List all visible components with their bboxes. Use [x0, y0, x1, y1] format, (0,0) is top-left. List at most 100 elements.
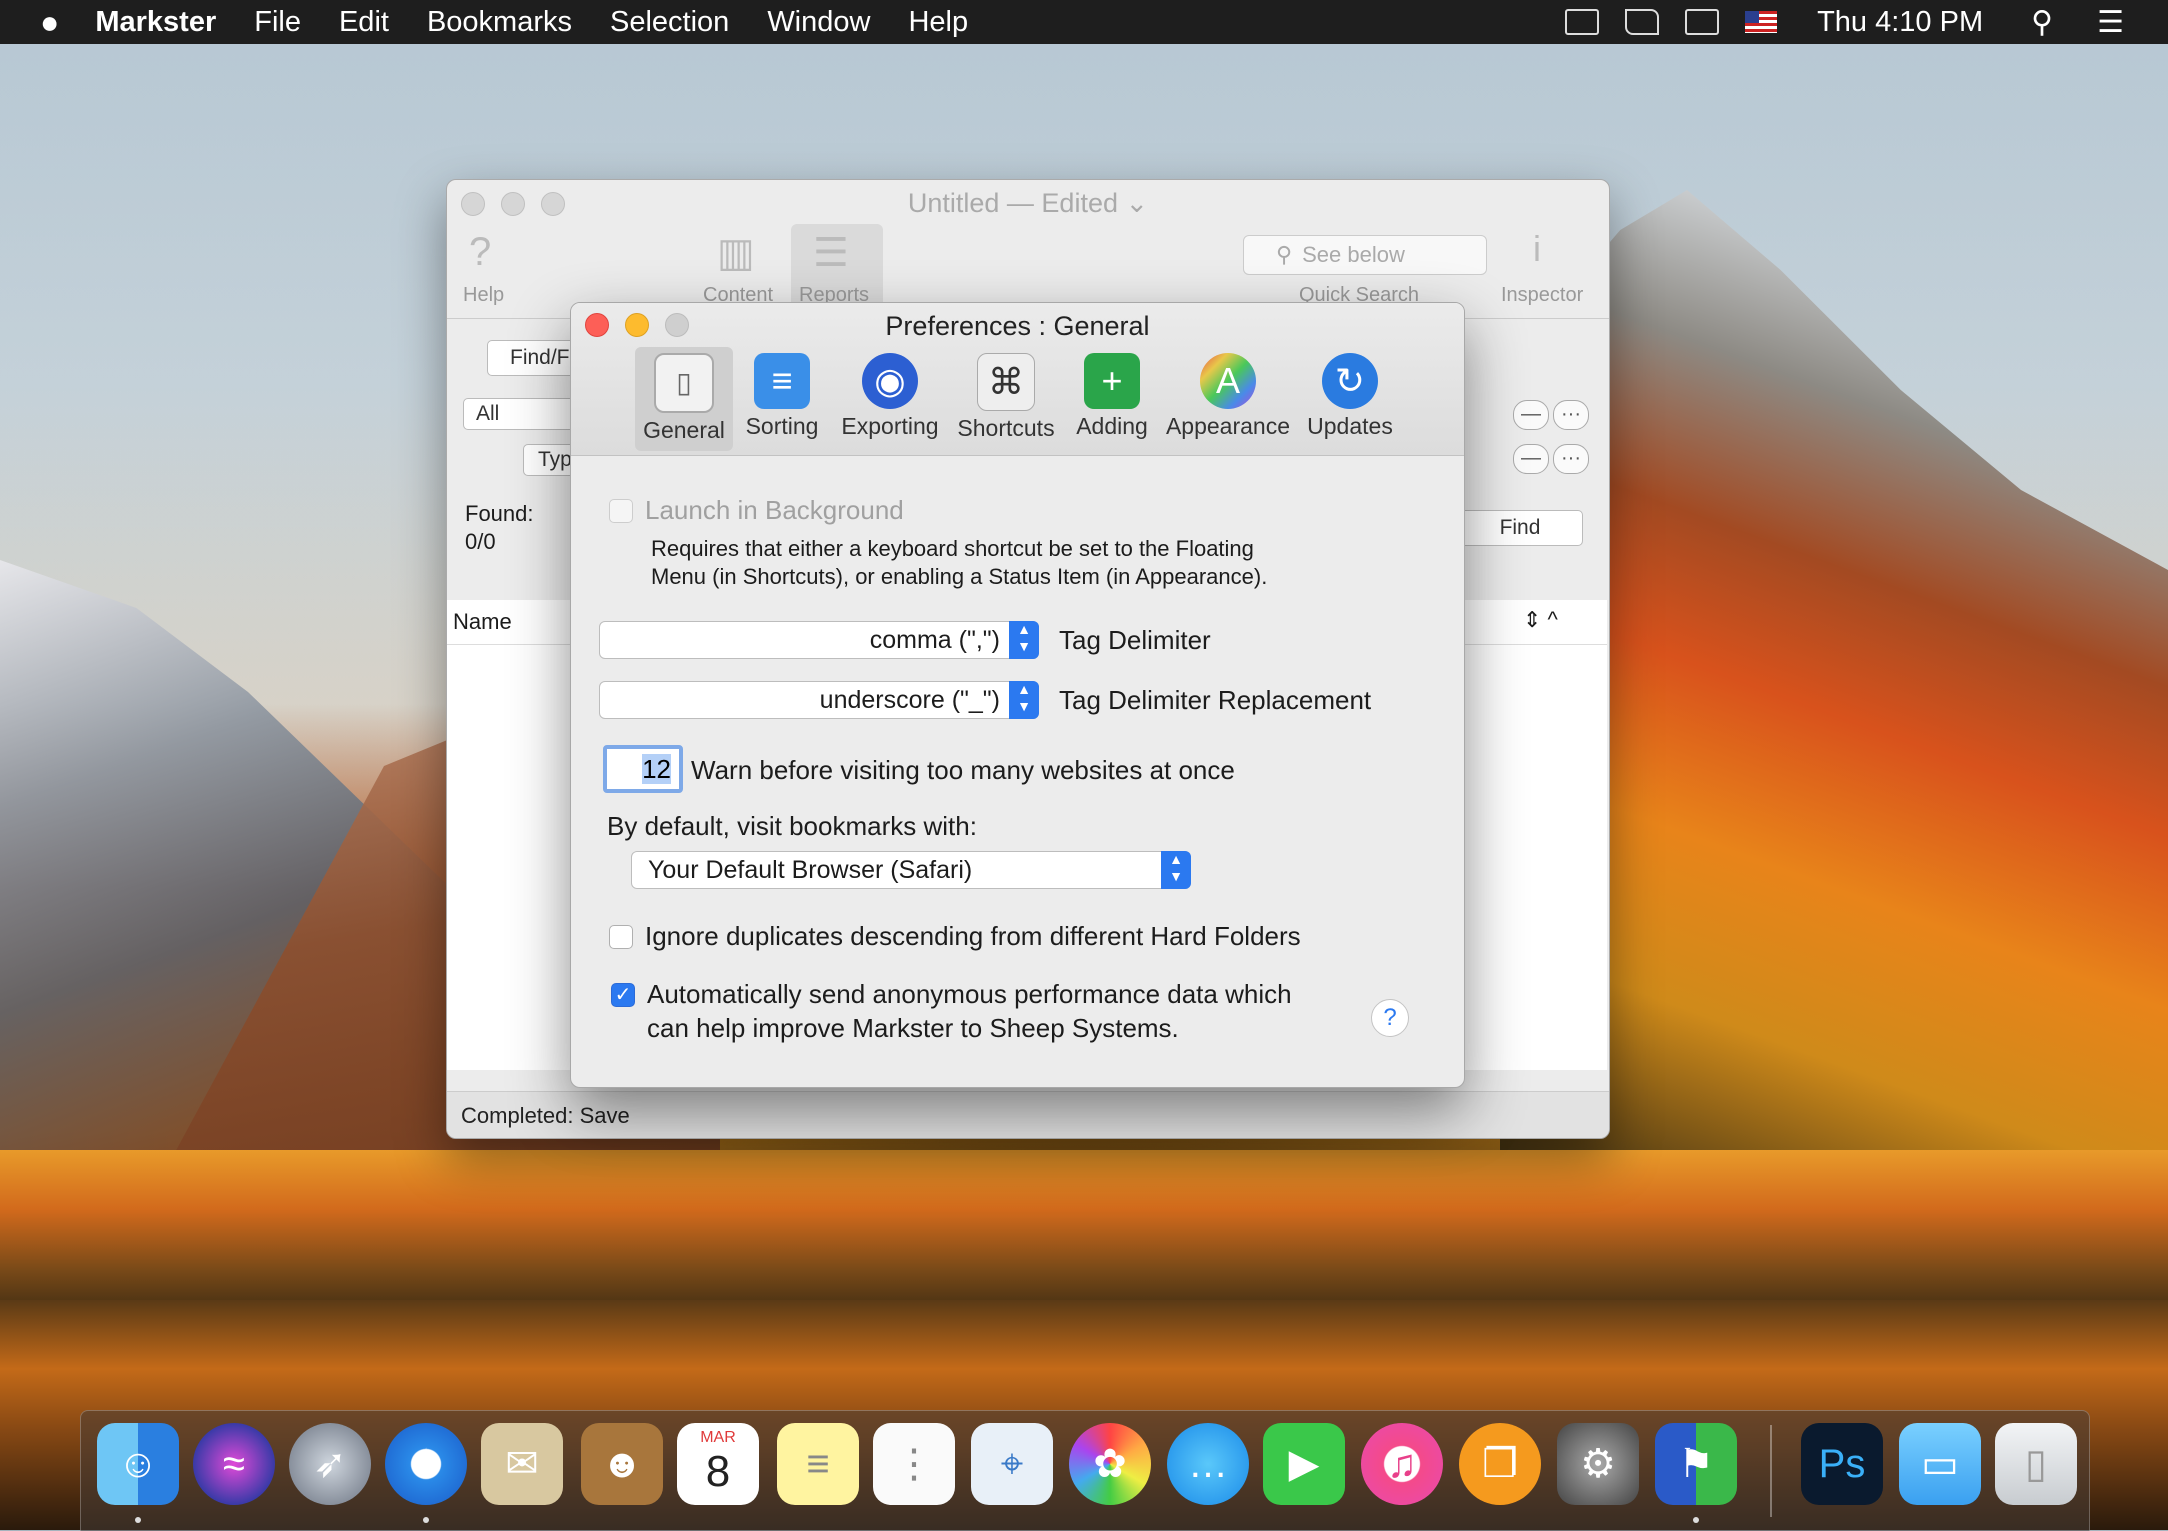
bookmarks-status-icon[interactable]: [1565, 9, 1600, 35]
notification-center-icon[interactable]: ☰: [2097, 5, 2124, 40]
status-text: Completed: Save: [461, 1103, 630, 1128]
maps-icon[interactable]: ⌖: [971, 1423, 1053, 1505]
window-title: Untitled — Edited ⌄: [907, 188, 1149, 218]
tab-sorting[interactable]: ≡ Sorting: [737, 347, 827, 451]
remove-criteria-icon[interactable]: —: [1513, 400, 1549, 430]
launch-background-checkbox[interactable]: [609, 499, 633, 523]
tab-adding[interactable]: + Adding: [1067, 347, 1157, 451]
warn-count-value: 12: [642, 754, 671, 784]
display-mirror-icon[interactable]: [1685, 9, 1720, 35]
menu-selection[interactable]: Selection: [610, 6, 729, 39]
tab-general-label: General: [643, 417, 725, 443]
calendar-day: 8: [705, 1447, 731, 1496]
menu-edit[interactable]: Edit: [339, 6, 389, 39]
finder-icon[interactable]: ☺: [97, 1423, 179, 1505]
photoshop-label: Ps: [1818, 1442, 1866, 1486]
find-button[interactable]: Find: [1457, 510, 1583, 546]
sort-order-icon[interactable]: ⇕ ^: [1523, 606, 1558, 634]
itunes-music-icon[interactable]: ♫: [1361, 1423, 1443, 1505]
more-criteria-icon[interactable]: ···: [1553, 400, 1589, 430]
system-preferences-gear-icon[interactable]: ⚙: [1557, 1423, 1639, 1505]
tag-delimiter-popup[interactable]: comma (",") ▲ ▼: [599, 621, 1039, 659]
safari-compass-icon[interactable]: ✦: [385, 1423, 467, 1505]
reports-list-icon[interactable]: ☰: [813, 230, 849, 276]
tab-updates-label: Updates: [1307, 413, 1393, 439]
tag-replacement-popup[interactable]: underscore ("_") ▲ ▼: [599, 681, 1039, 719]
app-menu[interactable]: Markster: [95, 6, 216, 39]
menu-help[interactable]: Help: [908, 6, 968, 39]
updates-refresh-icon: ↻: [1322, 353, 1378, 409]
launch-background-note-2: Menu (in Shortcuts), or enabling a Statu…: [651, 564, 1268, 589]
warn-label: Warn before visiting too many websites a…: [691, 755, 1235, 785]
browser-chevron-icon: ▲ ▼: [1161, 851, 1191, 889]
tab-exporting-label: Exporting: [841, 413, 939, 439]
tab-general[interactable]: ▯ General: [635, 347, 733, 451]
preferences-window: Preferences : General ▯ General ≡ Sortin…: [570, 302, 1465, 1088]
reminders-icon[interactable]: ⋮: [873, 1423, 955, 1505]
messages-bubble-icon[interactable]: …: [1167, 1423, 1249, 1505]
wallpaper-forest: [0, 1150, 2168, 1320]
facetime-camera-icon[interactable]: ▶: [1263, 1423, 1345, 1505]
tag-replacement-chevron-icon: ▲ ▼: [1009, 681, 1039, 719]
contacts-book-icon[interactable]: ☻: [581, 1423, 663, 1505]
search-magnifier-icon: ⚲: [1276, 242, 1293, 267]
launch-background-label: Launch in Background: [645, 495, 904, 525]
markster-running-indicator: [1693, 1517, 1699, 1523]
column-header-name[interactable]: Name: [453, 608, 512, 636]
apple-menu-icon[interactable]: ●: [40, 4, 59, 41]
help-question-icon[interactable]: ?: [469, 230, 491, 275]
command-key-icon: ⌘: [977, 353, 1035, 411]
menu-file[interactable]: File: [254, 6, 301, 39]
menubar-clock[interactable]: Thu 4:10 PM: [1817, 6, 1983, 39]
finder-running-indicator: [135, 1517, 141, 1523]
spotlight-search-icon[interactable]: ⚲: [2031, 5, 2053, 40]
visit-with-label: By default, visit bookmarks with:: [607, 811, 977, 841]
dock: ☺ ≈ ➶ ✦ ✉ ☻ MAR 8 ≡ ⋮ ⌖ ✿ … ▶ ♫ ❐ ⚙ ⚑ Ps…: [80, 1410, 2090, 1531]
input-source-flag-icon[interactable]: [1745, 11, 1778, 33]
scope-popup[interactable]: All: [463, 398, 587, 430]
browser-value: Your Default Browser (Safari): [648, 856, 973, 884]
tab-adding-label: Adding: [1076, 413, 1148, 439]
mail-eagle-icon[interactable]: ✉: [481, 1423, 563, 1505]
tab-appearance[interactable]: A Appearance: [1163, 347, 1293, 451]
tab-shortcuts[interactable]: ⌘ Shortcuts: [951, 347, 1061, 451]
status-bar: Completed: Save: [447, 1091, 1609, 1138]
siri-icon[interactable]: ≈: [193, 1423, 275, 1505]
ibooks-icon[interactable]: ❐: [1459, 1423, 1541, 1505]
performance-data-label-1: Automatically send anonymous performance…: [647, 979, 1292, 1009]
ignore-duplicates-checkbox[interactable]: [609, 925, 633, 949]
photoshop-icon[interactable]: Ps: [1801, 1423, 1883, 1505]
quick-search-field[interactable]: ⚲ See below: [1243, 235, 1487, 275]
menu-window[interactable]: Window: [767, 6, 870, 39]
tab-shortcuts-label: Shortcuts: [957, 415, 1055, 441]
calendar-icon[interactable]: MAR 8: [677, 1423, 759, 1505]
tag-delimiter-value: comma (","): [869, 626, 1000, 654]
launchpad-rocket-icon[interactable]: ➶: [289, 1423, 371, 1505]
toolbar-inspector-label: Inspector: [1501, 284, 1584, 306]
help-button[interactable]: ?: [1371, 999, 1409, 1037]
tab-appearance-label: Appearance: [1165, 413, 1291, 439]
tag-delimiter-label: Tag Delimiter: [1059, 625, 1211, 655]
found-label: Found:: [465, 501, 534, 526]
location-status-icon[interactable]: [1625, 9, 1660, 35]
downloads-folder-icon[interactable]: ▭: [1899, 1423, 1981, 1505]
browser-popup[interactable]: Your Default Browser (Safari) ▲ ▼: [631, 851, 1191, 889]
notes-icon[interactable]: ≡: [777, 1423, 859, 1505]
photos-icon[interactable]: ✿: [1069, 1423, 1151, 1505]
trash-icon[interactable]: ▯: [1995, 1423, 2077, 1505]
appearance-a-icon: A: [1200, 353, 1256, 409]
tab-exporting[interactable]: ◉ Exporting: [833, 347, 947, 451]
content-book-icon[interactable]: ▥: [717, 230, 755, 276]
menu-bar: ● Markster File Edit Bookmarks Selection…: [0, 0, 2168, 44]
exporting-arrows-icon: ◉: [862, 353, 918, 409]
remove-criteria-2-icon[interactable]: —: [1513, 444, 1549, 474]
adding-plus-icon: +: [1084, 353, 1140, 409]
more-criteria-2-icon[interactable]: ···: [1553, 444, 1589, 474]
performance-data-checkbox[interactable]: ✓: [611, 983, 635, 1007]
warn-count-field[interactable]: 12: [603, 745, 683, 793]
tab-updates[interactable]: ↻ Updates: [1299, 347, 1401, 451]
general-switch-icon: ▯: [654, 353, 714, 413]
inspector-info-icon[interactable]: i: [1533, 228, 1541, 270]
menu-bookmarks[interactable]: Bookmarks: [427, 6, 572, 39]
markster-app-icon[interactable]: ⚑: [1655, 1423, 1737, 1505]
